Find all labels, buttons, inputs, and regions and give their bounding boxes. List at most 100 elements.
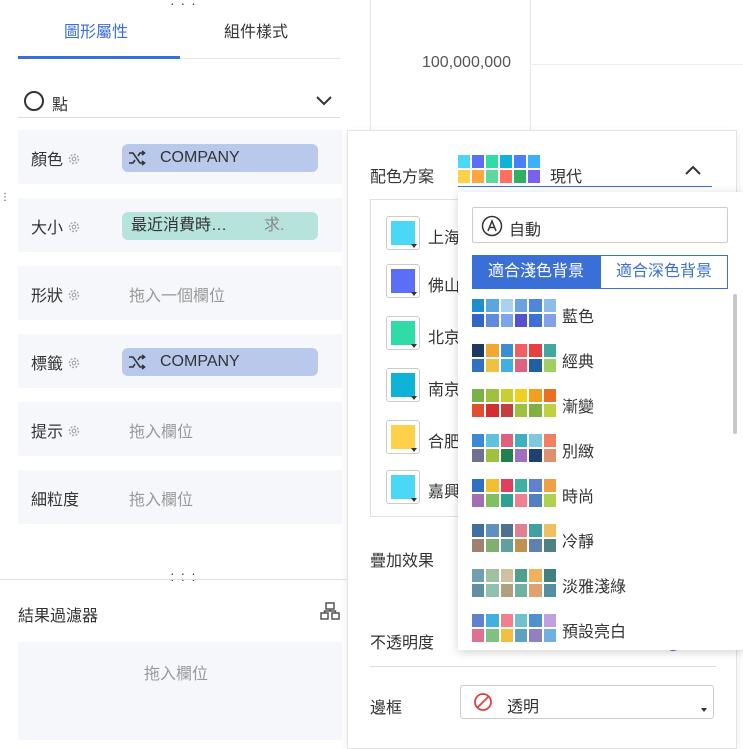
palette-cell: [472, 629, 485, 642]
palette-cell: [543, 584, 556, 597]
tab-dark-bg[interactable]: 適合深色背景: [600, 255, 728, 289]
no-symbol-icon: [474, 693, 492, 711]
scheme-select[interactable]: 現代: [458, 153, 712, 187]
tab-graphic-props[interactable]: 圖形屬性: [64, 18, 128, 42]
palette-cell: [529, 569, 542, 582]
palette-cell: [543, 344, 556, 357]
palette-cell: [472, 569, 485, 582]
palette-cell: [486, 494, 499, 507]
section-divider: [370, 666, 716, 667]
palette-cell: [543, 404, 556, 417]
drag-handle-icon[interactable]: · · · · · ·: [170, 566, 197, 586]
palette-cell: [500, 404, 513, 417]
label-field-pill[interactable]: COMPANY: [122, 348, 318, 376]
auto-icon: [481, 215, 503, 237]
color-swatch: [391, 475, 415, 499]
palette-cell: [500, 389, 513, 402]
palette-cell: [472, 614, 485, 627]
color-field-pill[interactable]: COMPANY: [122, 144, 318, 172]
palette-cell: [486, 584, 499, 597]
palette-cell: [514, 404, 528, 417]
palette-cell: [472, 449, 485, 462]
drop-placeholder: 拖入欄位: [144, 666, 209, 683]
gear-icon[interactable]: [67, 152, 81, 166]
palette-cell: [514, 539, 528, 552]
encoding-row-granularity[interactable]: 細粒度 拖入欄位: [18, 470, 342, 524]
palette-cell: [486, 344, 499, 357]
color-swatch-button[interactable]: [386, 470, 420, 504]
palette-cell: [514, 314, 528, 327]
palette-cell: [529, 449, 542, 462]
color-swatch-button[interactable]: [386, 316, 420, 350]
palette-cell: [514, 434, 528, 447]
palette-cell: [500, 539, 513, 552]
drag-handle-icon[interactable]: · · ·: [170, 0, 197, 10]
scheme-option[interactable]: 淡雅淺綠: [458, 569, 733, 609]
color-swatch: [391, 425, 415, 449]
mark-type-select[interactable]: 點: [18, 84, 340, 118]
scheme-preview: [472, 569, 556, 597]
scrollbar-thumb[interactable]: [733, 294, 737, 434]
filter-dropzone[interactable]: 拖入欄位: [18, 642, 342, 740]
gear-icon[interactable]: [67, 288, 81, 302]
encoding-row-size: 大小 最近消費時… 求.: [18, 198, 342, 252]
palette-cell: [514, 569, 528, 582]
palette-cell: [500, 584, 513, 597]
border-select[interactable]: 透明: [460, 685, 714, 719]
encoding-label: 顏色: [31, 152, 64, 169]
scheme-option[interactable]: 時尚: [458, 479, 733, 519]
size-field-pill[interactable]: 最近消費時… 求.: [122, 212, 318, 240]
tab-light-bg[interactable]: 適合淺色背景: [472, 255, 600, 289]
scheme-option-label: 漸變: [562, 399, 595, 416]
palette-cell: [472, 539, 485, 552]
palette-cell: [500, 569, 513, 582]
palette-cell: [472, 494, 485, 507]
scheme-option[interactable]: 漸變: [458, 389, 733, 429]
gear-icon[interactable]: [67, 220, 81, 234]
palette-cell: [514, 494, 528, 507]
side-handle-icon[interactable]: ⋮: [0, 193, 10, 203]
palette-cell: [514, 449, 528, 462]
color-swatch-button[interactable]: [386, 420, 420, 454]
color-swatch-button[interactable]: [386, 216, 420, 250]
scheme-option[interactable]: 冷靜: [458, 524, 733, 564]
palette-cell: [529, 344, 542, 357]
color-swatch-button[interactable]: [386, 368, 420, 402]
gear-icon[interactable]: [67, 356, 81, 370]
scheme-option-label: 冷靜: [562, 534, 595, 551]
palette-cell: [472, 299, 485, 312]
pill-text: 最近消費時…: [131, 217, 228, 234]
palette-cell: [486, 629, 499, 642]
palette-cell: [543, 539, 556, 552]
palette-cell: [486, 539, 499, 552]
palette-cell: [514, 389, 528, 402]
scheme-preview: [472, 434, 556, 462]
palette-cell: [514, 170, 526, 183]
palette-cell: [486, 524, 499, 537]
caret-down-icon: [411, 244, 417, 248]
palette-cell: [472, 404, 485, 417]
palette-cell: [514, 524, 528, 537]
scheme-option[interactable]: 別緻: [458, 434, 733, 474]
palette-cell: [500, 629, 513, 642]
chart-grid-line: [530, 64, 743, 65]
hierarchy-icon[interactable]: [320, 601, 340, 621]
encoding-row-shape[interactable]: 形狀 拖入一個欄位: [18, 266, 342, 320]
palette-cell: [486, 299, 499, 312]
shuffle-icon: [129, 354, 146, 370]
color-swatch-button[interactable]: [386, 264, 420, 298]
encoding-row-tooltip[interactable]: 提示 拖入欄位: [18, 402, 342, 456]
tab-component-style[interactable]: 組件樣式: [224, 18, 288, 42]
scheme-option-label: 藍色: [562, 309, 595, 326]
palette-cell: [486, 314, 499, 327]
scheme-option[interactable]: 經典: [458, 344, 733, 384]
palette-cell: [486, 434, 499, 447]
scheme-preview: [472, 344, 556, 372]
gear-icon[interactable]: [67, 424, 81, 438]
scheme-option[interactable]: 藍色: [458, 299, 733, 339]
auto-option[interactable]: 自動: [472, 207, 728, 243]
palette-cell: [486, 170, 498, 183]
chevron-up-icon: [685, 165, 701, 175]
palette-cell: [543, 524, 556, 537]
scheme-option[interactable]: 預設亮白: [458, 614, 733, 650]
